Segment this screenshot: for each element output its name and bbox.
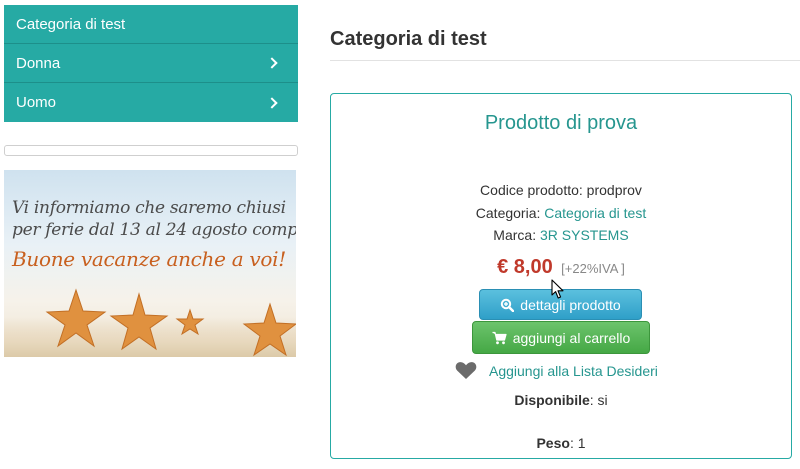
product-code-line: Codice prodotto: prodprov: [331, 182, 791, 198]
cart-icon: [492, 331, 507, 344]
product-brand-link[interactable]: 3R SYSTEMS: [540, 227, 629, 243]
title-divider: [330, 60, 800, 61]
product-card: Prodotto di prova Codice prodotto: prodp…: [330, 93, 792, 459]
wishlist-label: Aggiungi alla Lista Desideri: [489, 362, 658, 379]
availability-label: Disponibile: [514, 392, 590, 408]
weight-value: : 1: [569, 435, 586, 451]
product-details-button-label: dettagli prodotto: [520, 296, 621, 313]
sidebar-menu: Categoria di test Donna Uomo: [4, 5, 298, 122]
add-to-cart-button-label: aggiungi al carrello: [512, 329, 631, 346]
mouse-pointer-icon: [551, 279, 564, 299]
starfish-illustration: [45, 288, 296, 357]
availability-line: Disponibile: si: [331, 392, 791, 408]
add-to-cart-button[interactable]: aggiungi al carrello: [472, 321, 650, 354]
sidebar-item-label: Donna: [16, 54, 61, 72]
sidebar-item-uomo[interactable]: Uomo: [4, 83, 298, 122]
weight-label: Peso: [536, 435, 570, 451]
product-category-line: Categoria: Categoria di test: [331, 205, 791, 221]
product-brand-label: Marca:: [493, 227, 537, 243]
product-category-link[interactable]: Categoria di test: [544, 205, 646, 221]
product-code-value: prodprov: [586, 182, 642, 198]
empty-sidebar-box: [4, 145, 298, 156]
price-line: € 8,00 [+22%IVA ]: [331, 256, 791, 279]
product-name[interactable]: Prodotto di prova: [331, 112, 791, 135]
sidebar-item-label: Categoria di test: [16, 15, 126, 33]
heart-icon: [455, 362, 477, 379]
search-plus-icon: [501, 298, 515, 312]
page-title: Categoria di test: [330, 28, 487, 50]
chevron-right-icon: [266, 96, 278, 109]
product-code-label: Codice prodotto:: [480, 182, 583, 198]
availability-value: : si: [589, 392, 608, 408]
sidebar-item-label: Uomo: [16, 94, 57, 111]
sidebar-item-categoria-di-test[interactable]: Categoria di test: [4, 5, 298, 44]
product-brand-line: Marca: 3R SYSTEMS: [331, 227, 791, 243]
product-price: € 8,00: [497, 256, 553, 278]
sidebar-item-donna[interactable]: Donna: [4, 44, 298, 83]
vat-note: [+22%IVA ]: [561, 261, 625, 276]
weight-line: Peso: 1: [331, 435, 791, 451]
holiday-banner: Vi informiamo che saremo chiusi per feri…: [4, 170, 296, 357]
add-to-wishlist-link[interactable]: Aggiungi alla Lista Desideri: [455, 361, 658, 380]
chevron-right-icon: [266, 57, 278, 69]
product-category-label: Categoria:: [475, 205, 541, 221]
